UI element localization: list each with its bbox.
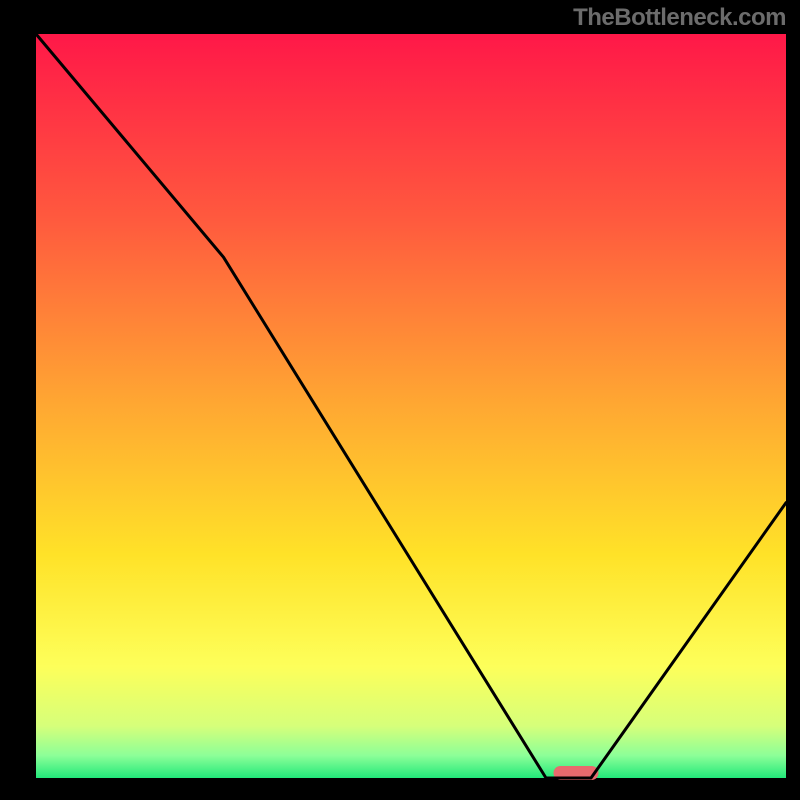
bottleneck-chart (0, 0, 800, 800)
chart-container: TheBottleneck.com (0, 0, 800, 800)
plot-area (36, 34, 786, 778)
watermark-text: TheBottleneck.com (573, 4, 786, 32)
